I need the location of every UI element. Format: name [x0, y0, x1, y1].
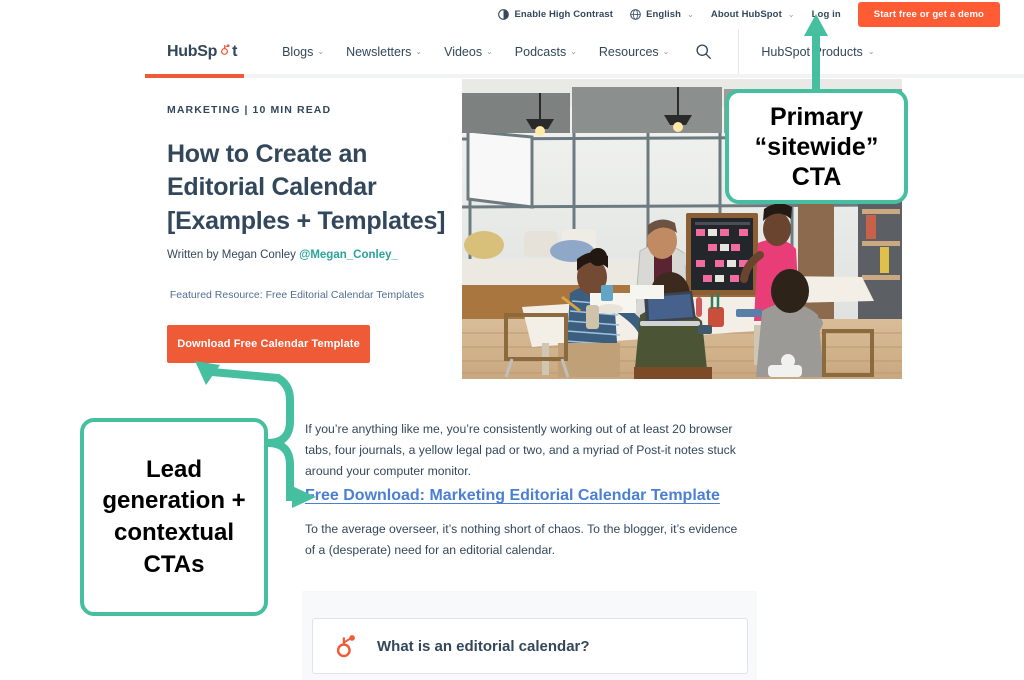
body-paragraph-1: If you’re anything like me, you’re consi… [305, 422, 736, 478]
article-byline: Written by Megan Conley @Megan_Conley_ [167, 249, 398, 261]
chevron-down-icon: ⌄ [486, 47, 493, 56]
screenshot-root: Enable High Contrast English ⌄ About Hub… [0, 0, 1024, 680]
hubspot-sprocket-icon [218, 43, 231, 56]
chevron-down-icon: ⌄ [787, 10, 795, 19]
contrast-icon [498, 9, 510, 20]
nav-item-podcasts[interactable]: Podcasts ⌄ [515, 45, 577, 59]
hubspot-logo-text: HubSp [167, 42, 218, 60]
chevron-down-icon: ⌄ [570, 47, 577, 56]
enable-high-contrast-toggle[interactable]: Enable High Contrast [498, 9, 613, 20]
login-link[interactable]: Log in [812, 9, 841, 20]
language-selector[interactable]: English ⌄ [630, 9, 694, 20]
chevron-down-icon: ⌄ [317, 47, 325, 56]
annotation-primary-sitewide-cta: Primary “sitewide” CTA [725, 89, 908, 204]
nav-item-hubspot-products[interactable]: HubSpot Products ⌄ [761, 45, 874, 59]
nav-item-resources-label: Resources [598, 44, 659, 59]
nav-item-videos[interactable]: Videos ⌄ [444, 45, 493, 59]
chevron-down-icon: ⌄ [415, 47, 423, 56]
about-hubspot-menu[interactable]: About HubSpot ⌄ [711, 9, 795, 20]
nav-item-videos-label: Videos [444, 44, 483, 59]
table-of-contents-section: What is an editorial calendar? [302, 591, 757, 680]
chevron-down-icon: ⌄ [687, 10, 694, 19]
hubspot-logo[interactable]: HubSp t [167, 43, 237, 61]
annotation-lead-generation-ctas: Lead generation + contextual CTAs [80, 418, 268, 616]
reading-progress-track [145, 74, 1024, 78]
search-icon [695, 43, 712, 60]
nav-item-newsletters-label: Newsletters [346, 44, 412, 59]
toc-card-title: What is an editorial calendar? [377, 637, 590, 655]
hubspot-logo-text-tail: t [232, 42, 238, 60]
reading-progress-fill [145, 74, 244, 78]
page-title: How to Create an Editorial Calendar [Exa… [167, 140, 446, 235]
toc-card-what-is-editorial-calendar[interactable]: What is an editorial calendar? [312, 618, 748, 674]
about-hubspot-label: About HubSpot [710, 9, 782, 20]
body-paragraph-2: To the average overseer, it’s nothing sh… [305, 522, 738, 557]
nav-item-newsletters[interactable]: Newsletters ⌄ [346, 45, 422, 59]
chevron-down-icon: ⌄ [662, 47, 670, 56]
byline-handle[interactable]: @Megan_Conley_ [299, 249, 398, 261]
language-label: English [646, 9, 682, 20]
chevron-down-icon: ⌄ [867, 47, 875, 56]
free-download-template-link[interactable]: Free Download: Marketing Editorial Calen… [305, 487, 720, 505]
enable-high-contrast-label: Enable High Contrast [514, 9, 614, 20]
nav-divider [738, 29, 740, 74]
download-free-calendar-template-button[interactable]: Download Free Calendar Template [167, 325, 370, 363]
utility-bar: Enable High Contrast English ⌄ About Hub… [145, 0, 1024, 29]
hubspot-sprocket-icon [333, 633, 359, 659]
nav-item-hubspot-products-label: HubSpot Products [761, 44, 863, 59]
nav-item-blogs[interactable]: Blogs ⌄ [282, 45, 324, 59]
featured-resource-label: Featured Resource: Free Editorial Calend… [169, 289, 425, 301]
nav-links: Blogs ⌄ Newsletters ⌄ Videos ⌄ Podcasts … [282, 45, 669, 59]
article-kicker: MARKETING | 10 MIN READ [167, 104, 332, 116]
start-free-or-demo-button[interactable]: Start free or get a demo [857, 2, 1000, 27]
search-button[interactable] [695, 43, 712, 60]
nav-item-blogs-label: Blogs [282, 44, 314, 59]
nav-item-resources[interactable]: Resources ⌄ [599, 45, 669, 59]
globe-icon [630, 9, 641, 20]
nav-item-podcasts-label: Podcasts [514, 44, 567, 59]
main-navigation: HubSp t Blogs ⌄ Newsletters ⌄ Videos ⌄ P… [145, 29, 1024, 74]
byline-author: Written by Megan Conley [167, 249, 300, 261]
login-label: Log in [811, 9, 841, 20]
